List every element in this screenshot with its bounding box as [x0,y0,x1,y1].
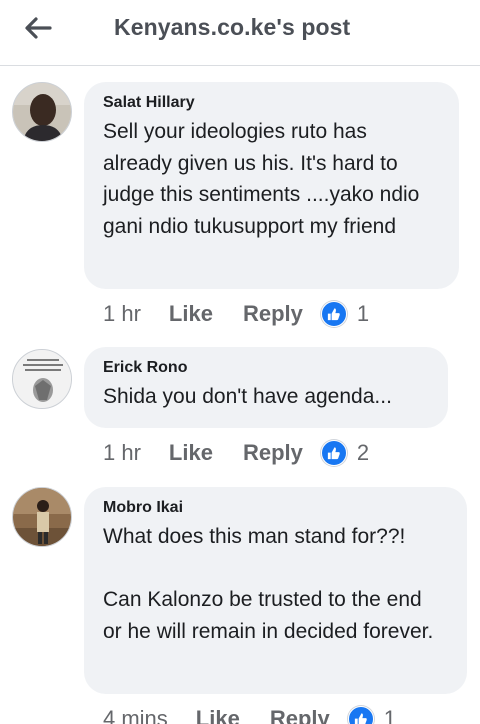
comment-timestamp[interactable]: 4 mins [103,706,168,724]
reaction-count[interactable]: 2 [357,440,369,466]
profile-photo-icon [13,488,71,546]
comment-bubble: Salat Hillary Sell your ideologies ruto … [84,82,459,289]
profile-photo-icon [13,83,71,141]
comment-author[interactable]: Erick Rono [103,359,428,377]
comment-timestamp[interactable]: 1 hr [103,301,141,327]
back-button[interactable] [18,12,58,44]
arrow-left-icon [25,17,52,39]
like-button[interactable]: Like [169,301,213,327]
comment-text: Sell your ideologies ruto has already gi… [103,120,426,238]
comment-timestamp[interactable]: 1 hr [103,440,141,466]
like-button[interactable]: Like [196,706,240,724]
profile-photo-icon [13,350,71,408]
like-button[interactable]: Like [169,440,213,466]
comment-text: Shida you don't have agenda... [103,385,392,408]
avatar[interactable] [12,349,72,409]
comment-bubble: Erick Rono Shida you don't have agenda..… [84,347,448,428]
thumbs-up-icon[interactable] [320,301,347,327]
comment-actions: 1 hr Like Reply 2 [103,438,369,468]
comment-actions: 1 hr Like Reply 1 [103,299,369,329]
avatar[interactable] [12,487,72,547]
comment-bubble: Mobro Ikai What does this man stand for?… [84,487,467,694]
comment-text: What does this man stand for??! Can Kalo… [103,525,434,643]
page-title: Kenyans.co.ke's post [114,14,351,40]
post-header: Kenyans.co.ke's post [0,0,480,66]
thumbs-up-icon[interactable] [320,440,347,466]
reaction-count[interactable]: 1 [384,706,396,724]
thumbs-up-icon[interactable] [347,706,374,724]
comment-author[interactable]: Mobro Ikai [103,499,447,517]
comment-author[interactable]: Salat Hillary [103,94,439,112]
reply-button[interactable]: Reply [270,706,330,724]
comment-actions: 4 mins Like Reply 1 [103,704,396,724]
reaction-count[interactable]: 1 [357,301,369,327]
reply-button[interactable]: Reply [243,301,303,327]
reply-button[interactable]: Reply [243,440,303,466]
avatar[interactable] [12,82,72,142]
